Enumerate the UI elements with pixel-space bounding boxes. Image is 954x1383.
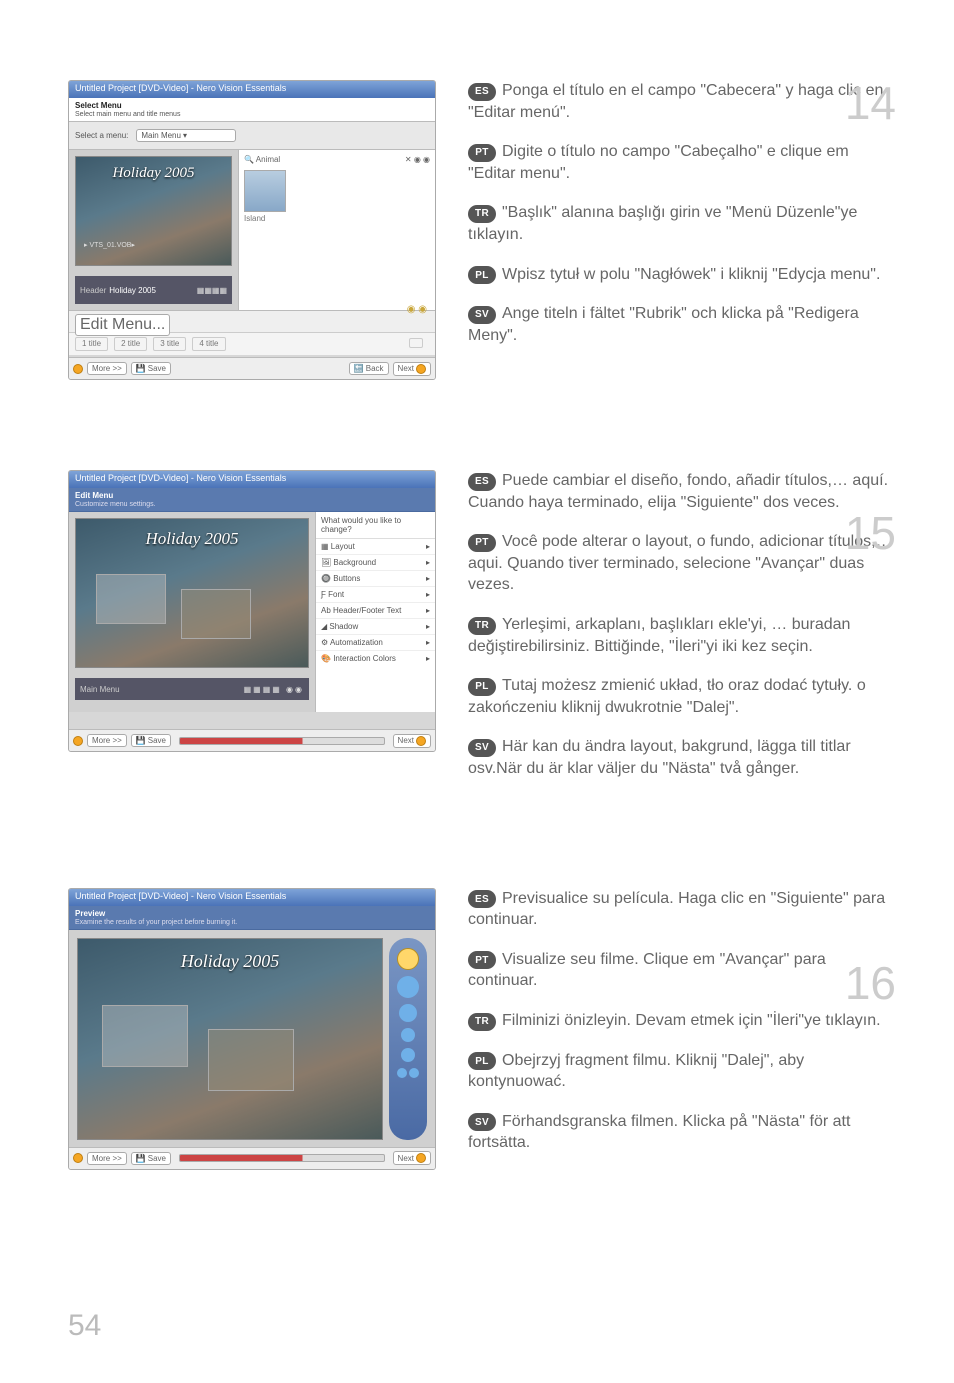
step-number-16: 16 (845, 960, 896, 1006)
step-number-14: 14 (845, 80, 896, 126)
lang-badge-tr: TR (468, 617, 496, 635)
back-button[interactable]: 🔙 Back (349, 362, 389, 375)
screenshot-15: Untitled Project [DVD-Video] - Nero Visi… (68, 470, 436, 798)
step-16-text: ESPrevisualice su película. Haga clic en… (468, 888, 896, 1172)
step-16: Untitled Project [DVD-Video] - Nero Visi… (68, 888, 896, 1172)
more-button[interactable]: More >> (87, 362, 127, 375)
info-icon (73, 1153, 83, 1163)
lang-badge-es: ES (468, 83, 496, 101)
menu-preview-title: Holiday 2005 (76, 165, 231, 182)
window-titlebar: Untitled Project [DVD-Video] - Nero Visi… (69, 471, 435, 488)
step-14: Untitled Project [DVD-Video] - Nero Visi… (68, 80, 896, 380)
edit-menu-button[interactable]: Edit Menu... (75, 314, 170, 336)
info-icon (73, 736, 83, 746)
menu-preview-title: Holiday 2005 (76, 529, 308, 549)
save-button[interactable]: 💾 Save (131, 734, 171, 747)
menu-dropdown[interactable]: Main Menu ▾ (136, 129, 236, 142)
lang-badge-tr: TR (468, 1013, 496, 1031)
strip-label: Main Menu (80, 685, 120, 694)
panel-heading: Select Menu (69, 98, 435, 111)
side-item[interactable]: ▦ Layout▸ (316, 539, 435, 555)
panel-heading: Edit Menu (69, 488, 435, 501)
lang-badge-pl: PL (468, 678, 496, 696)
window-titlebar: Untitled Project [DVD-Video] - Nero Visi… (69, 889, 435, 906)
next-button[interactable]: Next (393, 1151, 431, 1165)
remote-control[interactable] (389, 938, 427, 1140)
panel-subheading: Select main menu and title menus (69, 111, 435, 122)
lang-badge-sv: SV (468, 1113, 496, 1131)
lang-badge-pt: PT (468, 144, 496, 162)
step-number-15: 15 (845, 510, 896, 556)
step-14-text: ESPonga el título en el campo "Cabecera"… (468, 80, 896, 380)
lang-badge-pt: PT (468, 951, 496, 969)
save-button[interactable]: 💾 Save (131, 1152, 171, 1165)
window-titlebar: Untitled Project [DVD-Video] - Nero Visi… (69, 81, 435, 98)
thumb-label: Holiday 2005 (109, 286, 156, 295)
side-panel-title: What would you like to change? (316, 512, 435, 539)
lang-badge-pt: PT (468, 534, 496, 552)
side-item[interactable]: 🖼 Background▸ (316, 555, 435, 571)
select-menu-label: Select a menu: (75, 131, 128, 140)
panel-heading: Preview (69, 906, 435, 919)
lang-badge-sv: SV (468, 739, 496, 757)
more-button[interactable]: More >> (87, 734, 127, 747)
lang-badge-es: ES (468, 890, 496, 908)
more-button[interactable]: More >> (87, 1152, 127, 1165)
next-button[interactable]: Next (393, 734, 431, 748)
save-button[interactable]: 💾 Save (131, 362, 171, 375)
lang-badge-pl: PL (468, 266, 496, 284)
screenshot-16: Untitled Project [DVD-Video] - Nero Visi… (68, 888, 436, 1172)
info-icon (73, 364, 83, 374)
step-15: Untitled Project [DVD-Video] - Nero Visi… (68, 470, 896, 798)
side-item[interactable]: ◢ Shadow▸ (316, 619, 435, 635)
lang-badge-tr: TR (468, 205, 496, 223)
next-button[interactable]: Next (393, 362, 431, 376)
panel-subheading: Customize menu settings. (69, 501, 435, 512)
lang-badge-sv: SV (468, 306, 496, 324)
panel-subheading: Examine the results of your project befo… (69, 919, 435, 930)
preview-title: Holiday 2005 (78, 951, 382, 972)
step-15-text: ESPuede cambiar el diseño, fondo, añadir… (468, 470, 896, 798)
page: 14 Untitled Project [DVD-Video] - Nero V… (0, 0, 954, 1383)
side-item[interactable]: 🎨 Interaction Colors▸ (316, 651, 435, 666)
side-item[interactable]: ⚙ Automatization▸ (316, 635, 435, 651)
side-item[interactable]: Ab Header/Footer Text▸ (316, 603, 435, 619)
side-item[interactable]: 🔘 Buttons▸ (316, 571, 435, 587)
page-number: 54 (68, 1309, 101, 1343)
side-item[interactable]: Ƒ Font▸ (316, 587, 435, 603)
lang-badge-es: ES (468, 473, 496, 491)
lang-badge-pl: PL (468, 1052, 496, 1070)
screenshot-14: Untitled Project [DVD-Video] - Nero Visi… (68, 80, 436, 380)
